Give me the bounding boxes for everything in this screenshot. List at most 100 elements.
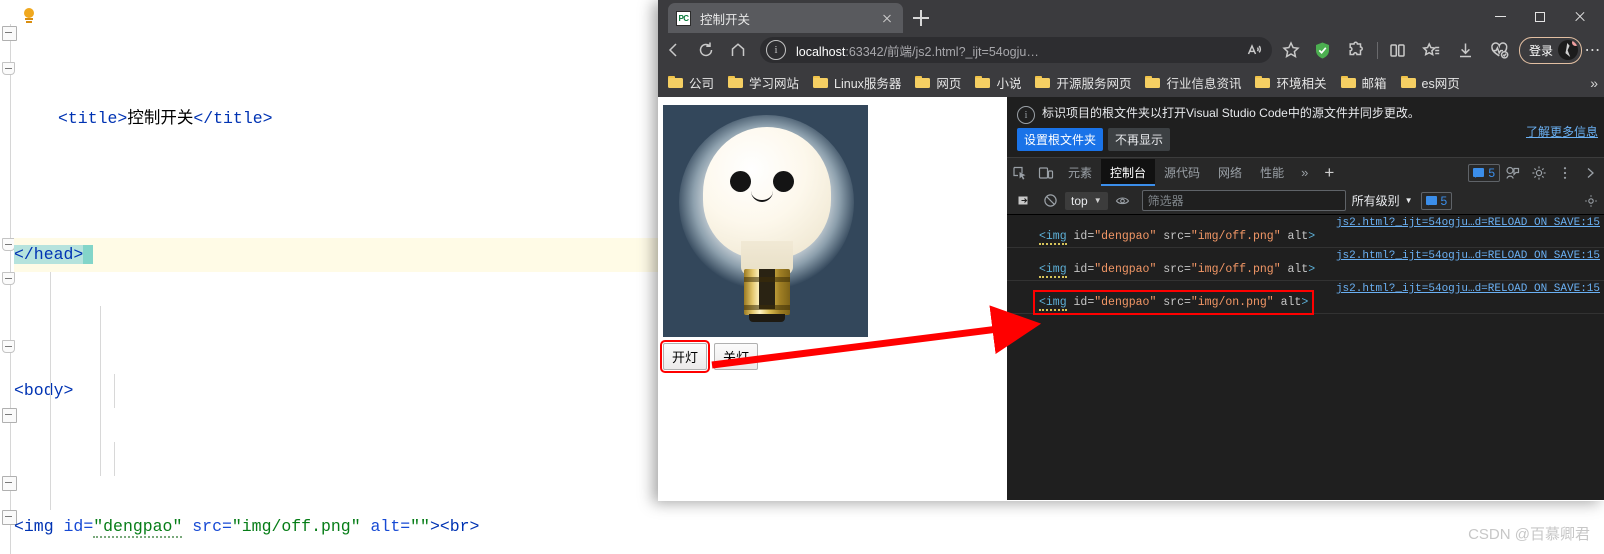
add-panel-button[interactable]: + bbox=[1316, 163, 1342, 183]
bookmark-label: 公司 bbox=[689, 76, 715, 91]
bookmark-item[interactable]: 邮箱 bbox=[1340, 73, 1387, 92]
browser-tab[interactable]: PC 控制开关 bbox=[668, 3, 903, 33]
learn-more-link[interactable]: 了解更多信息 bbox=[1526, 123, 1598, 140]
bookmark-item[interactable]: 网页 bbox=[915, 73, 961, 92]
tab-network[interactable]: 网络 bbox=[1209, 159, 1251, 186]
console-issues-badge[interactable]: 5 bbox=[1420, 191, 1453, 210]
console-output[interactable]: js2.html?_ijt=54ogju…d=RELOAD ON SAVE:15… bbox=[1007, 215, 1604, 500]
bookmark-item[interactable]: 小说 bbox=[975, 73, 1021, 92]
bulb-base-band bbox=[744, 305, 790, 310]
bookmark-item[interactable]: es网页 bbox=[1400, 73, 1460, 92]
inspect-element-icon[interactable] bbox=[1007, 160, 1033, 186]
log-attr-alt: alt bbox=[1287, 230, 1309, 243]
log-tag: <img bbox=[1039, 296, 1067, 311]
close-window-button[interactable] bbox=[1560, 0, 1600, 33]
address-bar[interactable]: i localhost:63342/前端/js2.html?_ijt=54ogj… bbox=[760, 37, 1272, 63]
live-expression-icon[interactable] bbox=[1110, 188, 1136, 214]
chevron-down-icon: ▼ bbox=[1404, 196, 1413, 205]
dont-show-again-button[interactable]: 不再显示 bbox=[1108, 128, 1171, 151]
console-log-row[interactable]: js2.html?_ijt=54ogju…d=RELOAD ON SAVE:15… bbox=[1007, 248, 1604, 281]
home-icon[interactable] bbox=[722, 36, 754, 64]
toolbar-divider bbox=[1376, 41, 1378, 59]
log-source-link[interactable]: js2.html?_ijt=54ogju…d=RELOAD ON SAVE:15 bbox=[1336, 217, 1600, 229]
rendered-web-page[interactable]: 开灯 关灯 bbox=[659, 97, 1008, 500]
js-context-selector[interactable]: top ▼ bbox=[1065, 191, 1108, 210]
close-icon[interactable] bbox=[879, 10, 895, 26]
console-settings-gear-icon[interactable] bbox=[1578, 188, 1604, 214]
message-bubble-icon bbox=[1473, 168, 1485, 177]
signin-label: 登录 bbox=[1528, 43, 1553, 58]
log-source-link[interactable]: js2.html?_ijt=54ogju…d=RELOAD ON SAVE:15 bbox=[1336, 283, 1600, 295]
extensions-puzzle-icon[interactable] bbox=[1340, 36, 1374, 64]
clear-console-icon[interactable] bbox=[1011, 188, 1037, 214]
token-title-open: <title> bbox=[58, 109, 128, 128]
bookmark-item[interactable]: 行业信息资讯 bbox=[1145, 73, 1241, 92]
bookmark-item[interactable]: 开源服务网页 bbox=[1035, 73, 1131, 92]
adblock-shield-icon[interactable] bbox=[1306, 36, 1340, 64]
bookmark-item[interactable]: 公司 bbox=[668, 73, 714, 92]
set-root-folder-button[interactable]: 设置根文件夹 bbox=[1017, 128, 1104, 151]
console-log-row-highlighted[interactable]: js2.html?_ijt=54ogju…d=RELOAD ON SAVE:15… bbox=[1007, 281, 1604, 315]
collections-icon[interactable] bbox=[1415, 36, 1449, 64]
bulb-eye-left bbox=[730, 171, 751, 192]
devtools-feedback-icon[interactable] bbox=[1500, 160, 1526, 186]
tab-elements[interactable]: 元素 bbox=[1059, 159, 1101, 186]
tab-performance[interactable]: 性能 bbox=[1251, 159, 1293, 186]
log-source-link[interactable]: js2.html?_ijt=54ogju…d=RELOAD ON SAVE:15 bbox=[1336, 250, 1600, 262]
log-attr-src: src= bbox=[1163, 230, 1191, 243]
bookmark-item[interactable]: 环境相关 bbox=[1255, 73, 1327, 92]
bookmark-item[interactable]: Linux服务器 bbox=[813, 73, 901, 92]
favorite-star-icon[interactable] bbox=[1276, 37, 1306, 63]
log-val-id: "dengpao" bbox=[1094, 230, 1157, 243]
issues-badge[interactable]: 5 bbox=[1468, 163, 1500, 182]
folder-icon bbox=[975, 76, 991, 88]
level-label: 所有级别 bbox=[1351, 194, 1400, 208]
device-toolbar-icon[interactable] bbox=[1033, 160, 1059, 186]
bookmark-item[interactable]: 学习网站 bbox=[728, 73, 799, 92]
tab-sources[interactable]: 源代码 bbox=[1155, 159, 1209, 186]
log-tag: <img bbox=[1039, 230, 1067, 245]
split-screen-icon[interactable] bbox=[1381, 36, 1415, 64]
log-val-src: "img/on.png" bbox=[1190, 296, 1274, 309]
minimize-button[interactable] bbox=[1480, 0, 1520, 33]
maximize-button[interactable] bbox=[1520, 0, 1560, 33]
console-filter-input[interactable]: 筛选器 bbox=[1141, 190, 1346, 211]
no-entry-icon[interactable] bbox=[1037, 188, 1063, 214]
token-title-close: </title> bbox=[193, 109, 273, 128]
log-val-src: "img/off.png" bbox=[1190, 263, 1281, 276]
folder-icon bbox=[1035, 76, 1051, 88]
token-img-gt: > bbox=[429, 517, 440, 536]
more-tabs-icon[interactable]: » bbox=[1293, 165, 1316, 180]
download-icon[interactable] bbox=[1449, 36, 1483, 64]
more-settings-icon[interactable]: ⋯ bbox=[1582, 37, 1604, 63]
lightbulb-image[interactable] bbox=[663, 105, 868, 337]
bookmarks-overflow-icon[interactable]: » bbox=[1590, 75, 1598, 91]
new-tab-button[interactable] bbox=[911, 8, 931, 28]
turn-on-button[interactable]: 开灯 bbox=[659, 340, 711, 373]
browser-window[interactable]: PC 控制开关 i localhost:63342/前端/js2.html?_i… bbox=[658, 0, 1604, 501]
console-prompt[interactable]: › bbox=[1019, 323, 1027, 338]
log-gt: > bbox=[1301, 296, 1309, 309]
browser-essentials-icon[interactable] bbox=[1483, 36, 1517, 64]
site-info-icon[interactable]: i bbox=[766, 40, 786, 60]
token-img-alt-attr: alt= bbox=[370, 517, 411, 536]
tab-console[interactable]: 控制台 bbox=[1101, 159, 1156, 186]
reload-icon[interactable] bbox=[690, 36, 722, 64]
signin-button[interactable]: 登录 bbox=[1518, 36, 1582, 64]
log-level-selector[interactable]: 所有级别 ▼ bbox=[1352, 192, 1413, 209]
console-toolbar: top ▼ 筛选器 所有级别 ▼ 5 bbox=[1007, 187, 1604, 215]
bookmark-label: 邮箱 bbox=[1361, 76, 1387, 91]
back-arrow-icon[interactable] bbox=[658, 36, 690, 64]
bulb-base-stem bbox=[759, 269, 775, 309]
devtools-panel[interactable]: i 标识项目的根文件夹以打开Visual Studio Code中的源文件并同步… bbox=[1007, 97, 1604, 500]
log-attr-id: id= bbox=[1073, 230, 1095, 243]
read-aloud-icon[interactable] bbox=[1242, 37, 1268, 63]
gear-icon[interactable] bbox=[1526, 160, 1552, 186]
devtools-close-icon[interactable] bbox=[1578, 160, 1604, 186]
avatar[interactable] bbox=[1558, 40, 1578, 60]
log-attr-src: src= bbox=[1163, 296, 1191, 309]
console-log-row[interactable]: js2.html?_ijt=54ogju…d=RELOAD ON SAVE:15… bbox=[1007, 215, 1604, 248]
log-attr-id: id= bbox=[1073, 263, 1095, 276]
turn-off-button[interactable]: 关灯 bbox=[714, 343, 759, 370]
devtools-more-icon[interactable] bbox=[1552, 160, 1578, 186]
